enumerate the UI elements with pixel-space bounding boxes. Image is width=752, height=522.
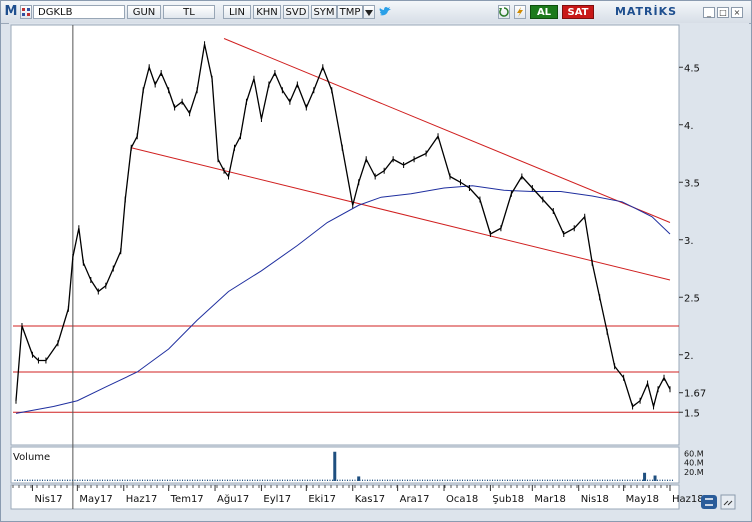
x-tick-label: Oca18 (446, 494, 478, 505)
grid-icon[interactable] (20, 5, 32, 19)
toolbar: M DGKLB GUN TL LIN KHN SVD SYM TMP AL SA… (1, 1, 751, 24)
x-tick-label: Eyl17 (263, 494, 291, 505)
volume-tick-label: 20.M (684, 468, 704, 477)
x-tick-label: Haz17 (126, 494, 158, 505)
x-tick-label: Tem17 (170, 494, 204, 505)
close-icon[interactable]: × (731, 7, 743, 18)
maximize-icon[interactable]: □ (717, 7, 729, 18)
volume-spike (643, 472, 647, 481)
matriks-logo: M (4, 4, 18, 19)
y-tick-label: 1.5 (684, 408, 700, 419)
y-tick-label: 3.5 (684, 178, 700, 189)
x-tick-label: Haz18 (672, 494, 704, 505)
expand-icon[interactable] (720, 494, 736, 510)
minimize-icon[interactable]: _ (703, 7, 715, 18)
currency-button[interactable]: TL (163, 5, 215, 19)
volume-tick-label: 60.M (684, 450, 704, 459)
x-tick-label: May17 (79, 494, 112, 505)
sym-button[interactable]: SYM (311, 5, 337, 19)
y-tick-label: 2.5 (684, 293, 700, 304)
chart-area: Volume 4.5 4. 3.5 3. 2.5 2. 1.67 1.5 60.M 40.M 20.… (9, 23, 749, 519)
lin-button[interactable]: LIN (223, 5, 251, 19)
sell-button[interactable]: SAT (562, 5, 594, 19)
x-tick-label: Şub18 (492, 494, 524, 505)
volume-tick-label: 40.M (684, 459, 704, 468)
dropdown-arrow-icon[interactable] (363, 5, 375, 19)
x-tick-label: Ağu17 (217, 493, 249, 505)
matriks-brand: MATRİKS (614, 5, 678, 18)
symbol-field[interactable]: DGKLB (33, 5, 125, 19)
y-tick-label: 4. (684, 121, 694, 132)
x-tick-label: Nis18 (581, 494, 609, 505)
volume-spike (333, 451, 337, 481)
y-tick-label: 2. (684, 351, 694, 362)
scroll-icon[interactable] (701, 495, 717, 509)
price-chart[interactable]: Volume 4.5 4. 3.5 3. 2.5 2. 1.67 1.5 60.M40.M20.… (9, 23, 749, 519)
lightning-icon[interactable] (514, 5, 526, 19)
x-tick-label: Kas17 (355, 494, 385, 505)
buy-button[interactable]: AL (530, 5, 558, 19)
svd-button[interactable]: SVD (283, 5, 309, 19)
x-tick-label: Ara17 (400, 494, 430, 505)
y-tick-label: 1.67 (684, 389, 706, 400)
twitter-bird-icon[interactable] (378, 5, 392, 19)
y-tick-label: 3. (684, 236, 694, 247)
volume-panel (10, 446, 680, 484)
refresh-icon[interactable] (498, 5, 510, 19)
app-window: M DGKLB GUN TL LIN KHN SVD SYM TMP AL SA… (0, 0, 752, 522)
tmp-button[interactable]: TMP (337, 5, 363, 19)
period-button[interactable]: GUN (127, 5, 161, 19)
volume-spike (653, 475, 657, 481)
volume-spike (357, 476, 361, 481)
y-tick-label: 4.5 (684, 63, 700, 74)
x-tick-label: Nis17 (34, 494, 62, 505)
khn-button[interactable]: KHN (253, 5, 281, 19)
x-tick-label: May18 (626, 494, 659, 505)
x-tick-label: Mar18 (534, 494, 566, 505)
x-tick-label: Eki17 (308, 494, 336, 505)
volume-title: Volume (13, 452, 50, 463)
